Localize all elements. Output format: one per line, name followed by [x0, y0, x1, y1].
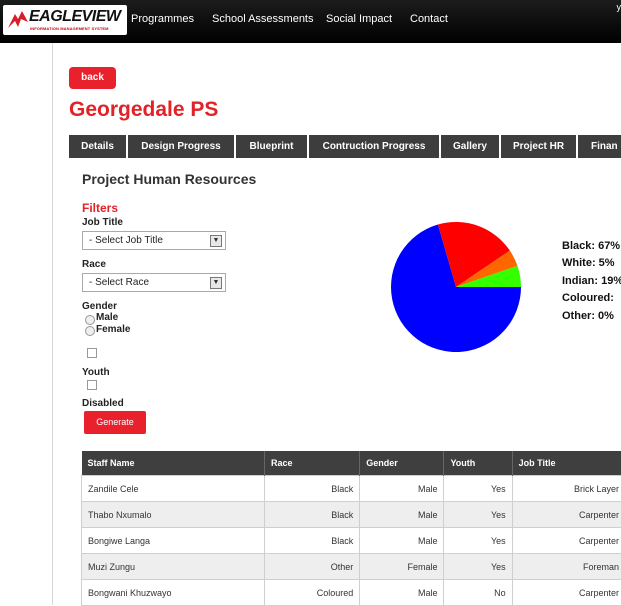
logo-wordmark: EAGLEVIEW — [29, 8, 121, 26]
cell-staff-name: Bongwani Khuzwayo — [82, 580, 265, 606]
cell-job-title: Carpenter — [512, 502, 621, 528]
cell-youth: Yes — [444, 476, 512, 502]
nav-social-impact[interactable]: Social Impact — [326, 13, 392, 25]
race-select[interactable]: - Select Race ▼ — [82, 273, 226, 292]
eagle-logo-icon — [6, 8, 30, 32]
tab-construction-progress[interactable]: Contruction Progress — [309, 135, 439, 158]
race-pie-chart — [390, 220, 522, 355]
unlabeled-checkbox[interactable] — [87, 348, 97, 358]
nav-school-assessments[interactable]: School Assessments — [212, 13, 314, 25]
cell-job-title: Foreman — [512, 554, 621, 580]
tab-blueprint[interactable]: Blueprint — [236, 135, 307, 158]
cell-race: Coloured — [265, 580, 360, 606]
cell-race: Other — [265, 554, 360, 580]
tab-details[interactable]: Details — [69, 135, 126, 158]
cell-job-title: Carpenter — [512, 580, 621, 606]
disabled-label: Disabled — [82, 398, 124, 409]
nav-programmes[interactable]: Programmes — [131, 13, 194, 25]
back-button[interactable]: back — [69, 67, 116, 89]
gender-male-radio[interactable] — [85, 315, 95, 325]
col-job-title[interactable]: Job Title — [512, 451, 621, 476]
col-youth[interactable]: Youth — [444, 451, 512, 476]
race-select-value: - Select Race — [83, 277, 149, 288]
cell-race: Black — [265, 502, 360, 528]
job-title-select-value: - Select Job Title — [83, 235, 163, 246]
cell-youth: Yes — [444, 528, 512, 554]
tab-design-progress[interactable]: Design Progress — [128, 135, 234, 158]
table-row: Bongwani Khuzwayo Coloured Male No Carpe… — [82, 580, 621, 606]
table-header-row: Staff Name Race Gender Youth Job Title — [82, 451, 621, 476]
generate-button[interactable]: Generate — [84, 411, 146, 434]
eagleview-logo[interactable]: EAGLEVIEW INFORMATION MANAGEMENT SYSTEM — [3, 5, 127, 35]
cell-staff-name: Thabo Nxumalo — [82, 502, 265, 528]
legend-white: White: 5% — [562, 257, 615, 269]
cell-gender: Male — [360, 580, 444, 606]
cell-gender: Male — [360, 476, 444, 502]
cell-job-title: Brick Layer — [512, 476, 621, 502]
cell-staff-name: Muzi Zungu — [82, 554, 265, 580]
user-menu-truncated[interactable]: y — [617, 2, 621, 12]
col-gender[interactable]: Gender — [360, 451, 444, 476]
gender-female-radio[interactable] — [85, 326, 95, 336]
legend-indian: Indian: 19% — [562, 275, 621, 287]
legend-coloured: Coloured: — [562, 292, 614, 304]
cell-staff-name: Bongiwe Langa — [82, 528, 265, 554]
cell-youth: No — [444, 580, 512, 606]
table-row: Bongiwe Langa Black Male Yes Carpenter — [82, 528, 621, 554]
filters-heading: Filters — [82, 201, 118, 215]
tab-project-hr[interactable]: Project HR — [501, 135, 576, 158]
staff-table: Staff Name Race Gender Youth Job Title Z… — [81, 451, 621, 606]
gender-female-label: Female — [96, 324, 130, 335]
tab-finance[interactable]: Finan — [578, 135, 621, 158]
table-row: Muzi Zungu Other Female Yes Foreman — [82, 554, 621, 580]
job-title-label: Job Title — [82, 217, 123, 228]
cell-gender: Female — [360, 554, 444, 580]
page-title: Georgedale PS — [69, 98, 218, 122]
cell-youth: Yes — [444, 502, 512, 528]
youth-label: Youth — [82, 367, 110, 378]
cell-staff-name: Zandile Cele — [82, 476, 265, 502]
dropdown-arrow-icon: ▼ — [210, 235, 222, 247]
cell-race: Black — [265, 476, 360, 502]
top-navigation-bar: EAGLEVIEW INFORMATION MANAGEMENT SYSTEM … — [0, 0, 621, 43]
cell-race: Black — [265, 528, 360, 554]
job-title-select[interactable]: - Select Job Title ▼ — [82, 231, 226, 250]
logo-subtext: INFORMATION MANAGEMENT SYSTEM — [30, 26, 109, 31]
table-row: Zandile Cele Black Male Yes Brick Layer — [82, 476, 621, 502]
cell-youth: Yes — [444, 554, 512, 580]
col-race[interactable]: Race — [265, 451, 360, 476]
col-staff-name[interactable]: Staff Name — [82, 451, 265, 476]
tab-gallery[interactable]: Gallery — [441, 135, 499, 158]
race-label: Race — [82, 259, 106, 270]
youth-checkbox[interactable] — [87, 380, 97, 390]
table-row: Thabo Nxumalo Black Male Yes Carpenter — [82, 502, 621, 528]
section-title: Project Human Resources — [82, 171, 256, 187]
nav-contact[interactable]: Contact — [410, 13, 448, 25]
legend-black: Black: 67% — [562, 240, 620, 252]
dropdown-arrow-icon: ▼ — [210, 277, 222, 289]
content-left-border — [52, 43, 53, 605]
gender-label: Gender — [82, 301, 117, 312]
cell-gender: Male — [360, 528, 444, 554]
legend-other: Other: 0% — [562, 310, 614, 322]
gender-male-label: Male — [96, 312, 118, 323]
cell-job-title: Carpenter — [512, 528, 621, 554]
cell-gender: Male — [360, 502, 444, 528]
